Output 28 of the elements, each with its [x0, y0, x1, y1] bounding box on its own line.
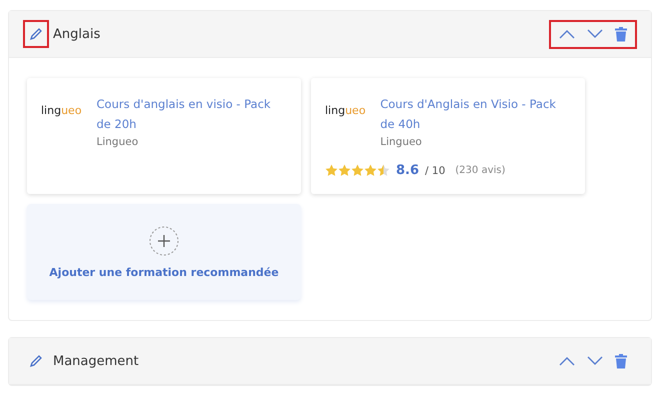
chevron-up-icon	[559, 356, 575, 366]
star-icon	[377, 164, 390, 177]
plus-icon	[149, 226, 179, 256]
star-icon	[351, 164, 364, 177]
delete-button[interactable]	[613, 24, 629, 44]
provider-logo: lingueo	[325, 103, 367, 119]
star-icon	[364, 164, 377, 177]
trash-icon	[615, 26, 627, 42]
course-title-link[interactable]: Cours d'Anglais en Visio - Pack de 40h	[380, 94, 571, 134]
provider-name: Lingueo	[380, 136, 423, 148]
trash-icon	[615, 354, 627, 368]
section-title: Management	[53, 354, 140, 368]
section-title: Anglais	[53, 26, 102, 42]
star-icon	[325, 164, 338, 177]
add-course-button[interactable]: Ajouter une formation recommandée	[27, 204, 301, 300]
delete-button[interactable]	[613, 352, 629, 370]
provider-name: Lingueo	[96, 136, 140, 148]
rating-score: 8.6	[396, 163, 420, 178]
star-icon	[338, 164, 351, 177]
chevron-down-icon	[587, 29, 603, 39]
rating-scale: / 10	[425, 164, 446, 176]
chevron-down-icon	[587, 356, 603, 366]
chevron-up-icon	[559, 29, 575, 39]
course-title-link[interactable]: Cours d'anglais en visio - Pack de 20h	[96, 94, 287, 134]
pencil-icon	[29, 354, 43, 368]
provider-logo: lingueo	[41, 103, 83, 119]
pencil-icon	[29, 27, 43, 41]
review-count: (230 avis)	[455, 165, 506, 176]
